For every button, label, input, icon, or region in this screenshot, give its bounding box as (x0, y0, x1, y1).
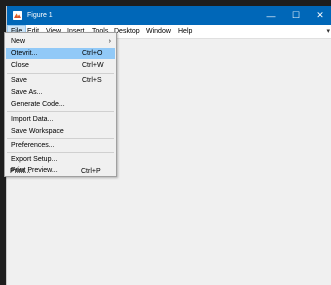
menu-separator (7, 111, 114, 112)
menu-item-save-workspace[interactable]: Save Workspace (6, 126, 115, 137)
maximize-button[interactable]: ☐ (284, 6, 308, 25)
menu-help[interactable]: Help (175, 25, 195, 38)
menu-item-save[interactable]: Save Ctrl+S (6, 75, 115, 86)
menu-separator (7, 138, 114, 139)
menu-item-new[interactable]: New › (6, 36, 115, 47)
close-button[interactable]: ✕ (308, 6, 331, 25)
menu-item-save-as[interactable]: Save As... (6, 87, 115, 98)
menu-item-export-setup[interactable]: Export Setup... (6, 154, 115, 165)
minimize-button[interactable]: — (259, 6, 283, 25)
menu-item-close[interactable]: Close Ctrl+W (6, 60, 115, 71)
matlab-figure-icon (13, 11, 22, 20)
menu-item-import-data[interactable]: Import Data... (6, 114, 115, 125)
menu-item-preferences[interactable]: Preferences... (6, 140, 115, 151)
submenu-arrow-icon: › (108, 38, 111, 45)
menu-separator (7, 73, 114, 74)
menu-item-open[interactable]: Otevrit... Ctrl+O (6, 48, 115, 59)
menu-item-print[interactable]: Print... Ctrl+P (5, 166, 114, 177)
title-bar[interactable]: Figure 1 — ☐ ✕ (7, 6, 331, 25)
menu-window[interactable]: Window (143, 25, 174, 38)
window-title: Figure 1 (27, 12, 53, 19)
menu-item-generate-code[interactable]: Generate Code... (6, 99, 115, 110)
file-menu-dropdown: New › Otevrit... Ctrl+O Close Ctrl+W Sav… (4, 32, 117, 177)
menu-overflow-icon[interactable]: ▾ (326, 25, 330, 38)
menu-separator (7, 152, 114, 153)
